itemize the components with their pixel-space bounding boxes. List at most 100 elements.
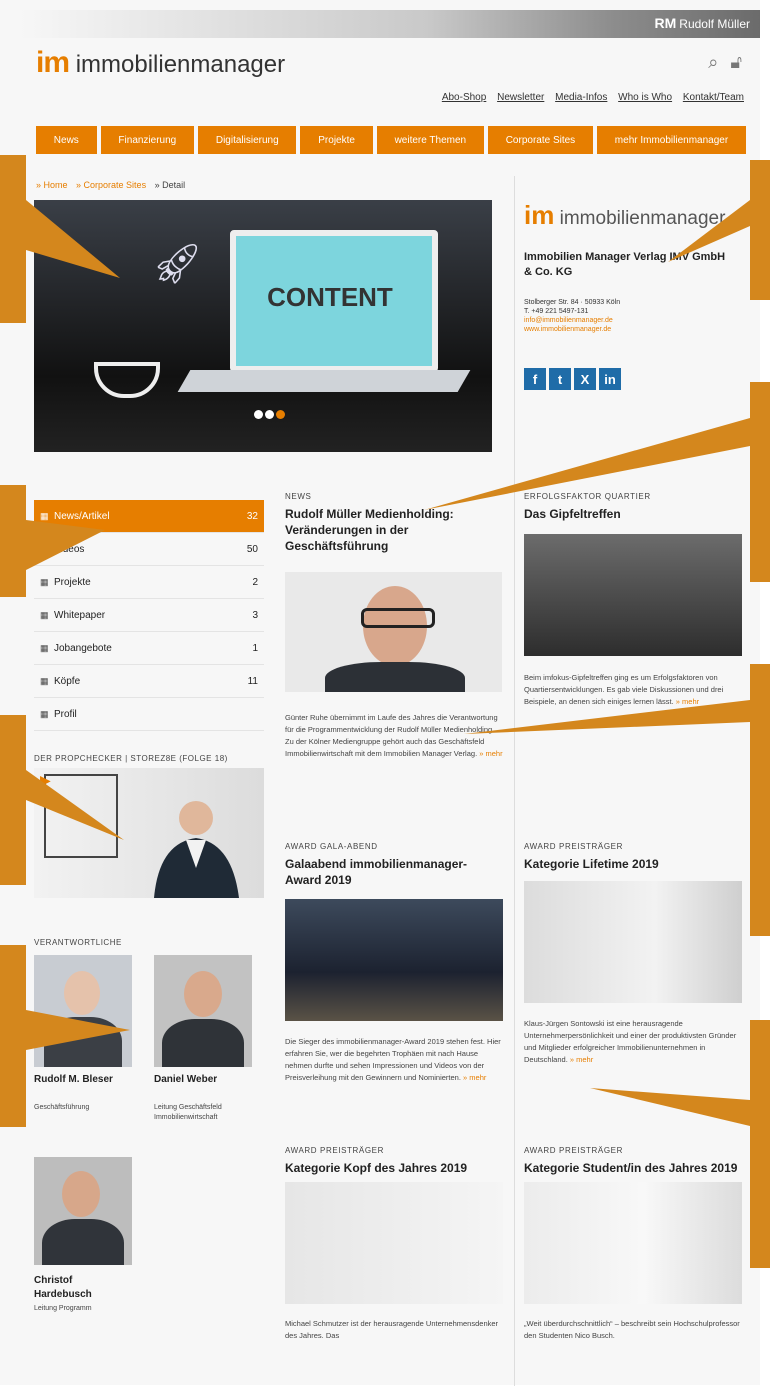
breadcrumb-item[interactable]: » Corporate Sites [76,180,146,190]
top-link[interactable]: Kontakt/Team [683,92,744,103]
sidebar-item-projekte[interactable]: ▦ Projekte 2 [34,566,264,599]
publisher-bar: RM Rudolf Müller [20,10,760,38]
article-title[interactable]: Kategorie Student/in des Jahres 2019 [524,1160,744,1176]
person-face [62,1171,100,1217]
main-nav: News Finanzierung Digitalisierung Projek… [36,126,746,154]
top-link[interactable]: Media-Infos [555,92,607,103]
list-icon: ▦ [40,675,49,686]
video-heading: DER PROPCHECKER | STOREZ8E (FOLGE 18) [34,754,228,763]
callout-marker [0,945,26,1127]
slider-dot[interactable] [265,410,274,419]
person-suit [325,662,465,692]
article-text: Günter Ruhe übernimmt im Laufe des Jahre… [285,713,503,758]
email-link[interactable]: info@immobilienmanager.de [524,316,620,325]
sidebar-item-videos[interactable]: ▦ Videos 50 [34,533,264,566]
person-face [64,971,100,1015]
header-icons: ⌕ 🔓︎ [696,52,742,73]
person-photo [154,955,252,1067]
hero-screen-text: CONTENT [267,282,393,312]
sidebar-item-koepfe[interactable]: ▦ Köpfe 11 [34,665,264,698]
hero-slider[interactable]: 🚀︎ CONTENT [34,200,492,452]
list-icon: ▦ [40,576,49,587]
article-image[interactable] [524,534,742,656]
list-icon: ▦ [40,609,49,620]
nav-item[interactable]: mehr Immobilienmanager [597,126,746,154]
article-text: Beim imfokus-Gipfeltreffen ging es um Er… [524,673,724,706]
article-image[interactable] [285,899,503,1021]
breadcrumb-item: » Detail [154,180,186,190]
person-role: Leitung Programm [34,1305,92,1312]
flowchart-graphic [44,774,118,858]
more-link[interactable]: » mehr [570,1055,593,1064]
rocket-icon: 🚀︎ [152,242,203,286]
nav-item[interactable]: weitere Themen [376,126,484,154]
facebook-icon[interactable]: f [524,368,546,390]
nav-item[interactable]: Corporate Sites [487,126,593,154]
page: RM Rudolf Müller im immobilienmanager ⌕ 🔓︎… [0,0,760,1386]
company-name: Immobilien Manager Verlag IMV GmbH & Co.… [524,251,726,278]
article-title[interactable]: Das Gipfeltreffen [524,506,739,522]
presenter-image [154,801,239,898]
person-role: Leitung Geschäftsfeld Immobilienwirtscha… [154,1104,222,1121]
article-image[interactable] [285,1182,503,1304]
slider-dot-active[interactable] [276,410,285,419]
more-link[interactable]: » mehr [479,749,502,758]
lock-icon[interactable]: 🔓︎ [730,52,742,72]
article-image[interactable] [285,572,502,692]
callout-marker [750,1020,770,1268]
callout-marker [0,155,26,323]
sidebar-menu: ▦ News/Artikel 32 ▦ Videos 50 ▦ Projekte 2 ▦ Wh… [34,500,264,731]
person-photo [34,1157,132,1265]
article-image[interactable] [524,881,742,1003]
coffee-cup-image [94,362,160,398]
nav-item[interactable]: Projekte [300,126,373,154]
callout-marker [750,664,770,936]
breadcrumb-item[interactable]: » Home [36,180,68,190]
list-icon: ▦ [40,510,49,521]
twitter-icon[interactable]: t [549,368,571,390]
search-icon[interactable]: ⌕ [708,52,718,72]
sidebar-item-news[interactable]: ▦ News/Artikel 32 [34,500,264,533]
person-face [184,971,222,1017]
article-text: Michael Schmutzer ist der herausragende … [285,1319,499,1340]
person-suit [44,1017,122,1067]
glasses-icon [361,608,435,628]
top-link[interactable]: Abo-Shop [442,92,486,103]
nav-item[interactable]: News [36,126,97,154]
website-link[interactable]: www.immobilienmanager.de [524,325,620,334]
article-text: Klaus-Jürgen Sontowski ist eine herausra… [524,1019,737,1064]
xing-icon[interactable]: X [574,368,596,390]
publisher-logo[interactable]: RM Rudolf Müller [655,15,750,31]
nav-item[interactable]: Finanzierung [100,126,195,154]
article-title[interactable]: Kategorie Kopf des Jahres 2019 [285,1160,500,1176]
more-link[interactable]: » mehr [676,697,699,706]
callout-marker [750,382,770,582]
article-title[interactable]: Rudolf Müller Medienholding: Veränderung… [285,506,500,554]
sidebar-item-whitepaper[interactable]: ▦ Whitepaper 3 [34,599,264,632]
slider-dot[interactable] [254,410,263,419]
article-kicker: AWARD PREISTRÄGER [524,1146,623,1155]
sidebar-item-jobangebote[interactable]: ▦ Jobangebote 1 [34,632,264,665]
article-image[interactable] [524,1182,742,1304]
top-links: Abo-Shop Newsletter Media-Infos Who is W… [434,92,744,103]
list-icon: ▦ [40,543,49,554]
address-line: Stolberger Str. 84 · 50933 Köln [524,299,621,306]
callout-marker [0,715,26,885]
company-logo: im immobilienmanager [524,200,726,230]
nav-item[interactable]: Digitalisierung [198,126,297,154]
video-thumbnail[interactable]: ▶ [34,768,264,898]
article-kicker: AWARD PREISTRÄGER [524,842,623,851]
more-link[interactable]: » mehr [463,1073,486,1082]
linkedin-icon[interactable]: in [599,368,621,390]
sidebar-item-profil[interactable]: ▦ Profil [34,698,264,731]
article-title[interactable]: Galaabend immobilienmanager-Award 2019 [285,856,500,888]
column-divider [514,176,515,1386]
article-title[interactable]: Kategorie Lifetime 2019 [524,856,739,872]
play-icon[interactable]: ▶ [40,772,51,789]
social-links: f t X in [524,368,621,390]
top-link[interactable]: Newsletter [497,92,544,103]
site-logo[interactable]: im immobilienmanager [36,46,285,80]
person-suit [42,1219,124,1265]
top-link[interactable]: Who is Who [618,92,672,103]
article-kicker: AWARD PREISTRÄGER [285,1146,384,1155]
